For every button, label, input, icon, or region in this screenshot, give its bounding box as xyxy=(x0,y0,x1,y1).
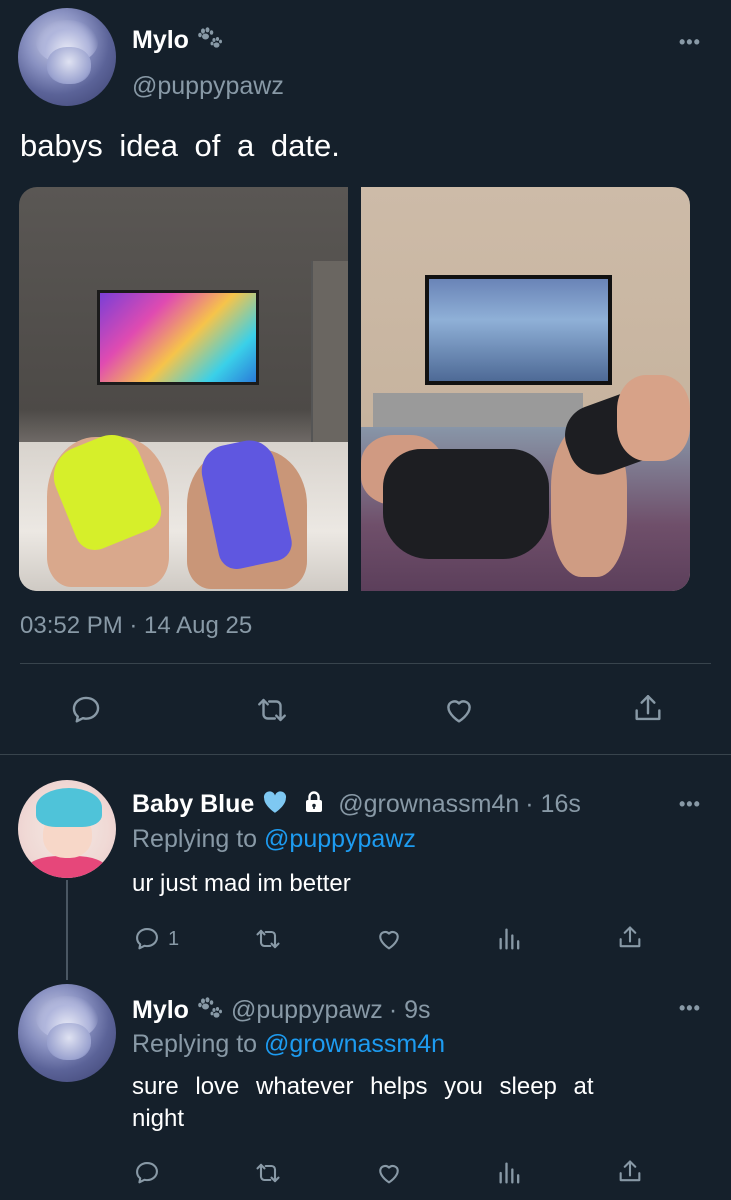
replying-to-label: Replying to xyxy=(132,825,258,853)
media-photo-1[interactable] xyxy=(19,187,348,591)
author-name[interactable]: Mylo xyxy=(132,26,189,55)
retweet-icon xyxy=(252,1159,284,1187)
reply-header: Baby Blue @grownassm4n · 16s xyxy=(132,790,581,819)
like-button[interactable] xyxy=(369,922,409,956)
analytics-icon xyxy=(496,1159,524,1187)
analytics-button[interactable] xyxy=(490,922,530,956)
replying-to-handle[interactable]: @puppypawz xyxy=(264,825,416,853)
analytics-icon xyxy=(496,925,524,953)
reply-time[interactable]: · 9s xyxy=(389,996,431,1025)
share-button[interactable] xyxy=(610,1154,650,1190)
like-button[interactable] xyxy=(369,1156,409,1190)
replying-to-handle[interactable]: @grownassm4n xyxy=(264,1030,445,1058)
thread-line xyxy=(66,880,68,980)
tweet-timestamp[interactable]: 03:52 PM · 14 Aug 25 xyxy=(20,612,252,640)
like-icon xyxy=(373,1159,405,1187)
more-options-button[interactable]: ••• xyxy=(679,998,701,1019)
like-button[interactable] xyxy=(437,690,481,730)
reply-icon xyxy=(132,1159,162,1187)
media-photo-2[interactable] xyxy=(361,187,690,591)
reply-author-name[interactable]: Mylo xyxy=(132,996,189,1025)
reply-button[interactable]: 1 xyxy=(132,922,179,956)
share-button[interactable] xyxy=(610,920,650,956)
reply-author-handle[interactable]: @grownassm4n xyxy=(338,790,519,819)
analytics-button[interactable] xyxy=(490,1156,530,1190)
retweet-button[interactable] xyxy=(250,690,294,730)
reply-count: 1 xyxy=(168,927,180,950)
like-icon xyxy=(440,693,478,727)
share-button[interactable] xyxy=(626,688,670,730)
reply-author-name[interactable]: Baby Blue xyxy=(132,790,254,819)
more-options-button[interactable]: ••• xyxy=(679,794,701,815)
reply-avatar[interactable] xyxy=(18,780,116,878)
author-name-row: Mylo xyxy=(132,26,223,55)
replying-to: Replying to @puppypawz xyxy=(132,825,416,854)
reply-avatar[interactable] xyxy=(18,984,116,1082)
share-icon xyxy=(616,1157,644,1187)
paw-prints-icon xyxy=(197,997,223,1024)
lock-icon xyxy=(302,790,326,819)
reply-button[interactable] xyxy=(64,690,108,730)
author-handle[interactable]: @puppypawz xyxy=(132,72,284,101)
tweet-text: babys idea of a date. xyxy=(20,128,340,163)
retweet-icon xyxy=(252,925,284,953)
tweet-media[interactable] xyxy=(19,187,690,591)
reply-button[interactable] xyxy=(132,1156,162,1190)
divider xyxy=(0,754,731,755)
reply-author-handle[interactable]: @puppypawz xyxy=(231,996,383,1025)
like-icon xyxy=(373,925,405,953)
retweet-button[interactable] xyxy=(248,922,288,956)
reply-header: Mylo @puppypawz · 9s xyxy=(132,996,431,1025)
more-options-button[interactable]: ••• xyxy=(679,32,701,53)
reply-text: sure love whatever helps you sleep at ni… xyxy=(132,1073,594,1132)
share-icon xyxy=(616,923,644,953)
blue-heart-icon xyxy=(262,790,288,819)
author-avatar[interactable] xyxy=(18,8,116,106)
share-icon xyxy=(631,691,665,727)
replying-to: Replying to @grownassm4n xyxy=(132,1030,445,1059)
retweet-icon xyxy=(253,693,291,727)
retweet-button[interactable] xyxy=(248,1156,288,1190)
replying-to-label: Replying to xyxy=(132,1030,258,1058)
paw-prints-icon xyxy=(197,27,223,54)
divider xyxy=(20,663,711,664)
reply-time[interactable]: · 16s xyxy=(525,790,581,819)
reply-icon xyxy=(132,925,162,953)
reply-icon xyxy=(68,693,104,727)
reply-text: ur just mad im better xyxy=(132,870,351,897)
